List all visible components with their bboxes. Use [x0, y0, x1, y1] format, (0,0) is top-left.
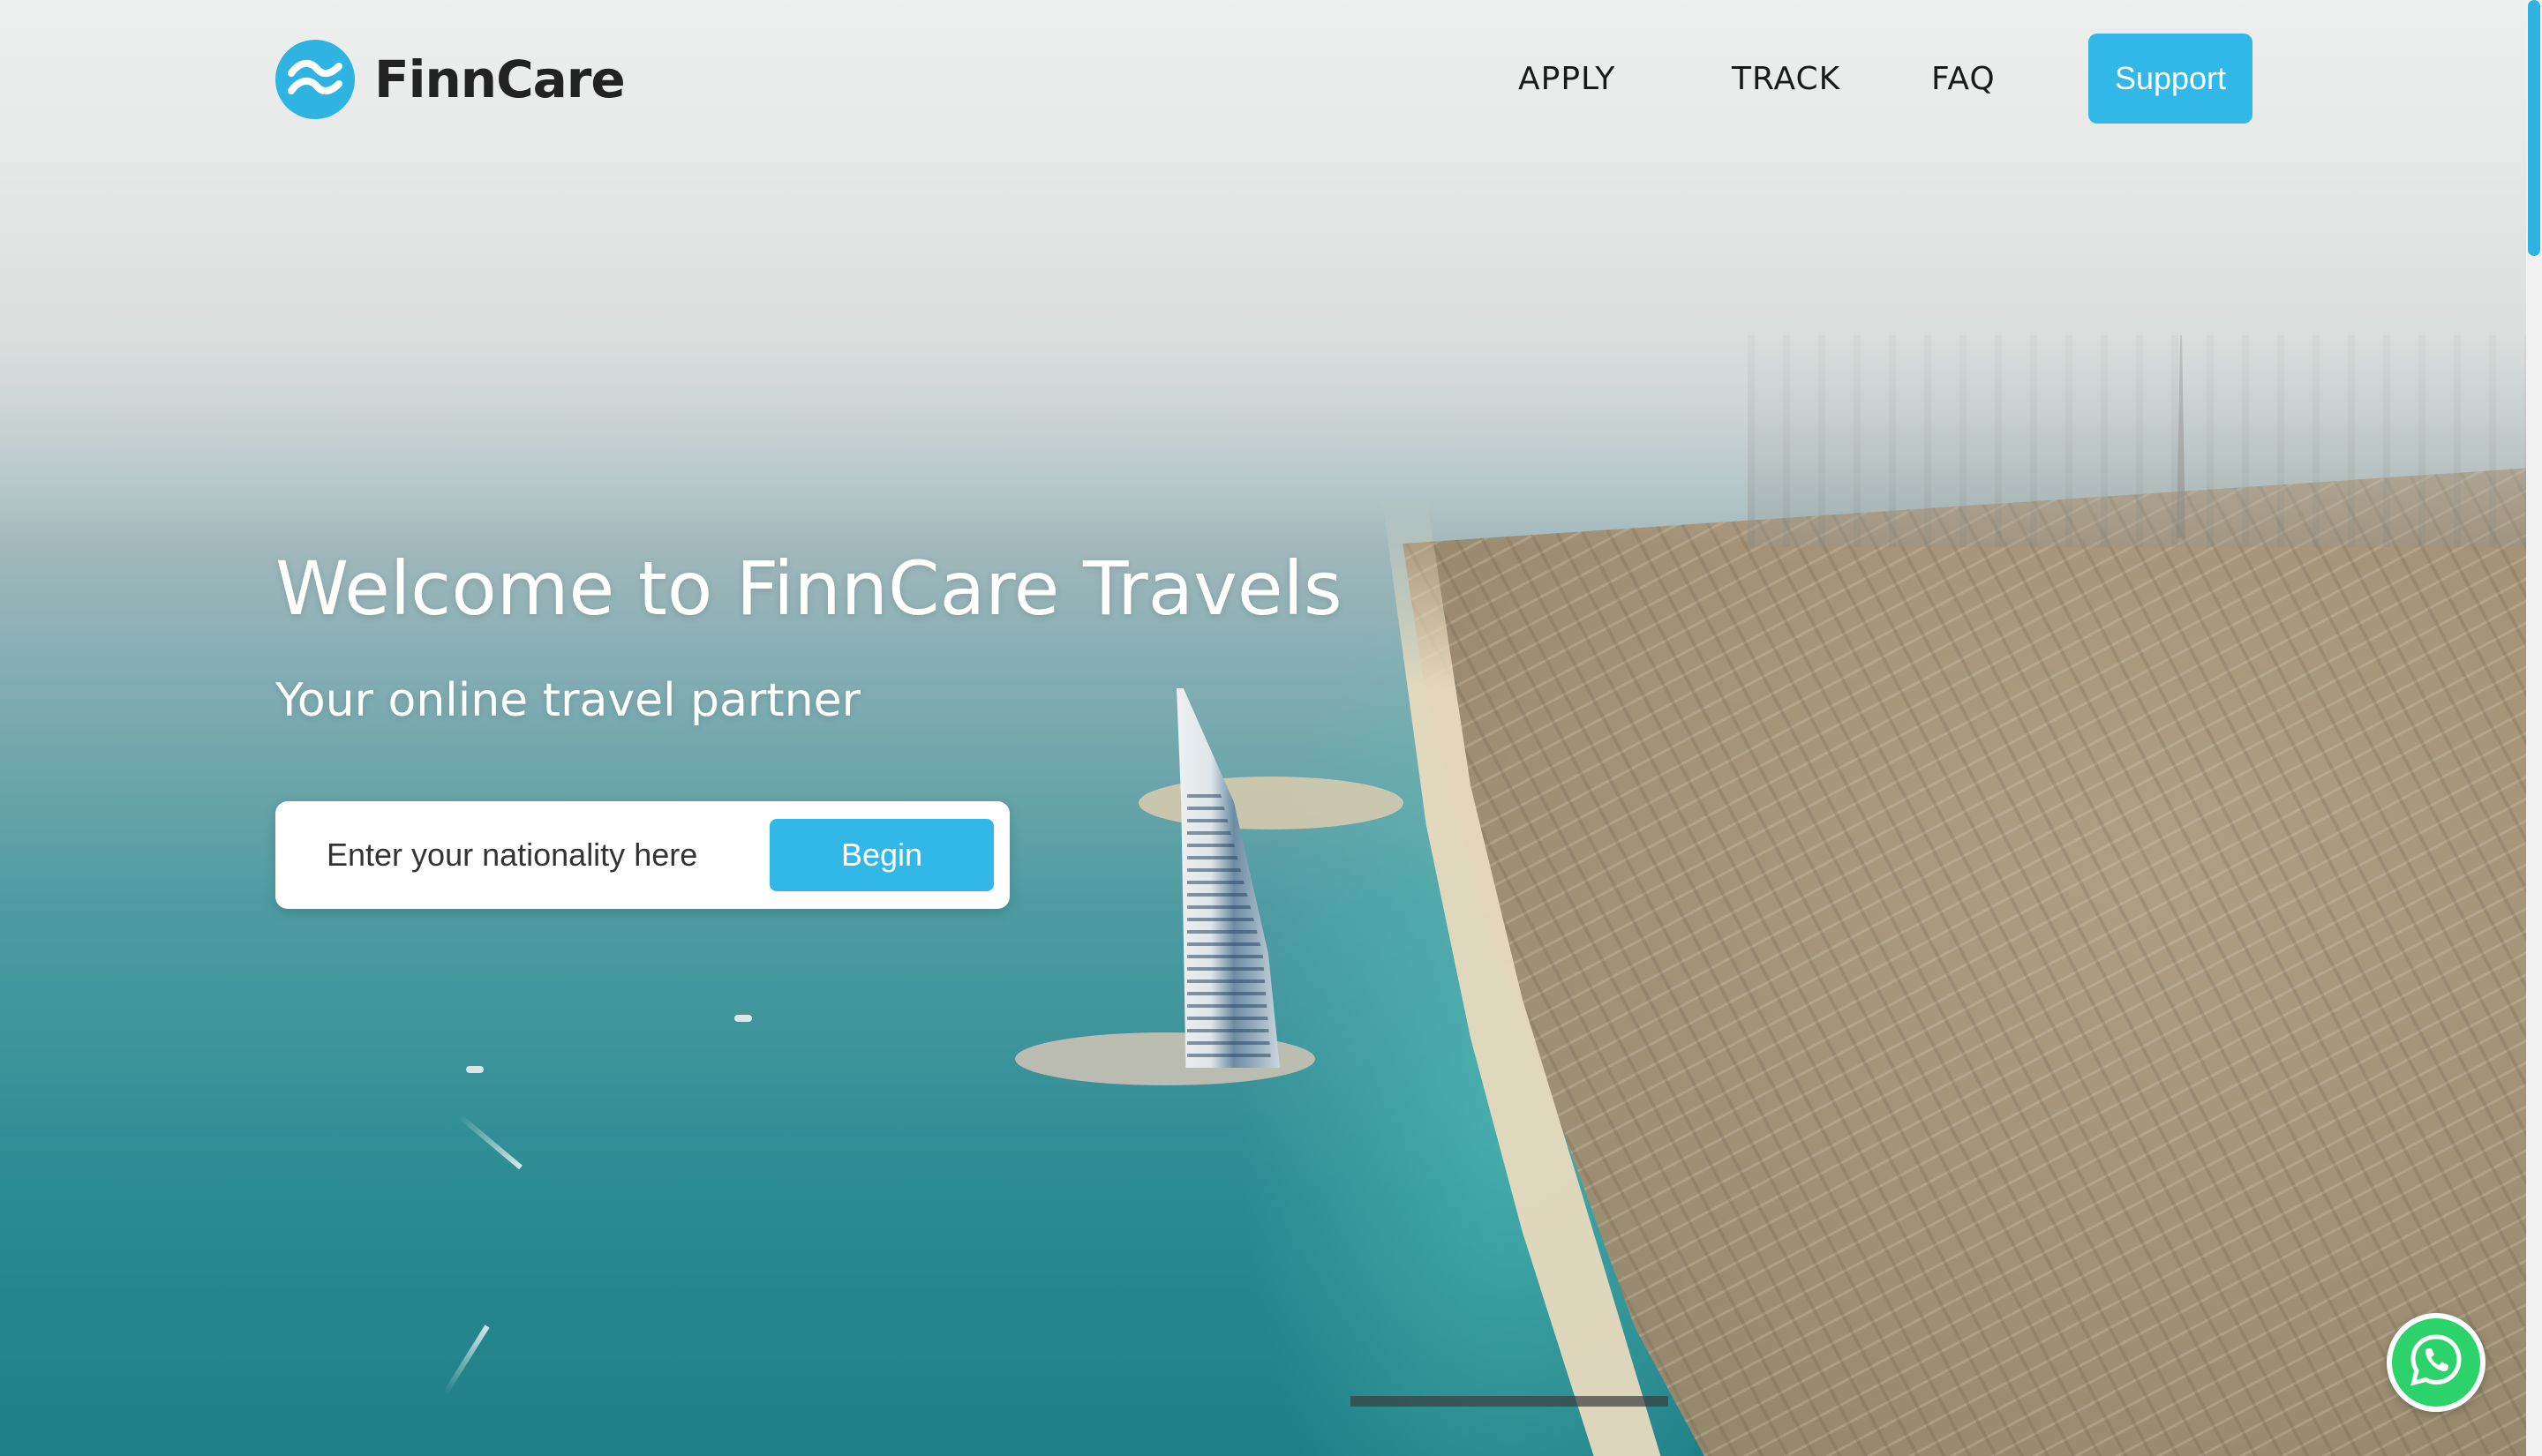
begin-button[interactable]: Begin	[770, 819, 994, 891]
whatsapp-icon	[2407, 1332, 2465, 1394]
page-scrollbar-thumb[interactable]	[2528, 0, 2540, 256]
hero-title: Welcome to FinnCare Travels	[275, 545, 1342, 632]
brand-name: FinnCare	[374, 49, 626, 109]
brand-logo[interactable]: FinnCare	[275, 39, 626, 120]
landing-page: FinnCare APPLY TRACK FAQ Support Welcome…	[0, 0, 2542, 1456]
nav-track-link[interactable]: TRACK	[1732, 61, 1840, 97]
nav-apply-link[interactable]: APPLY	[1518, 61, 1615, 97]
whatsapp-chat-button[interactable]	[2387, 1313, 2486, 1412]
support-button[interactable]: Support	[2088, 34, 2252, 124]
nationality-search-box: Begin	[275, 801, 1010, 909]
hero-subtitle: Your online travel partner	[275, 674, 861, 727]
hero-background-image	[0, 0, 2542, 1456]
site-header: FinnCare APPLY TRACK FAQ Support	[0, 0, 2542, 159]
wave-logo-icon	[275, 40, 355, 119]
nav-faq-link[interactable]: FAQ	[1931, 61, 1996, 97]
nationality-input[interactable]	[327, 822, 750, 888]
